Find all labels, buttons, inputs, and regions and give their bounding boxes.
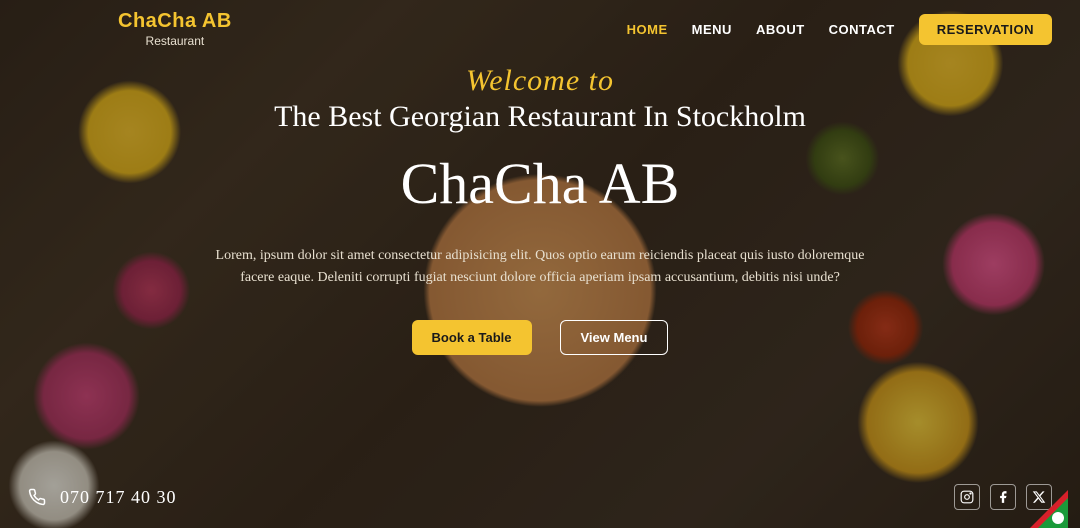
nav-link-menu[interactable]: MENU (692, 22, 732, 37)
cta-row: Book a Table View Menu (412, 320, 669, 355)
nav-link-contact[interactable]: CONTACT (829, 22, 895, 37)
corner-badge-icon[interactable] (1024, 484, 1072, 532)
instagram-icon (960, 490, 974, 504)
brand[interactable]: ChaCha AB Restaurant (118, 10, 232, 48)
site-header: ChaCha AB Restaurant HOME MENU ABOUT CON… (0, 0, 1080, 58)
reservation-button[interactable]: RESERVATION (919, 14, 1052, 45)
footer-bar: 070 717 40 30 (0, 484, 1080, 510)
nav-link-about[interactable]: ABOUT (756, 22, 805, 37)
hero-description: Lorem, ipsum dolor sit amet consectetur … (200, 245, 880, 290)
book-table-button[interactable]: Book a Table (412, 320, 532, 355)
tagline: The Best Georgian Restaurant In Stockhol… (274, 100, 806, 134)
facebook-link[interactable] (990, 484, 1016, 510)
hero-content: Welcome to The Best Georgian Restaurant … (0, 64, 1080, 355)
facebook-icon (996, 490, 1010, 504)
brand-subtitle: Restaurant (146, 34, 205, 48)
instagram-link[interactable] (954, 484, 980, 510)
welcome-text: Welcome to (466, 64, 614, 98)
view-menu-button[interactable]: View Menu (560, 320, 669, 355)
phone-contact[interactable]: 070 717 40 30 (28, 487, 177, 508)
page-title: ChaCha AB (401, 150, 680, 217)
phone-number: 070 717 40 30 (60, 487, 177, 508)
brand-title: ChaCha AB (118, 10, 232, 33)
nav-link-home[interactable]: HOME (627, 22, 668, 37)
primary-nav: HOME MENU ABOUT CONTACT RESERVATION (627, 14, 1052, 45)
phone-icon (28, 488, 46, 506)
